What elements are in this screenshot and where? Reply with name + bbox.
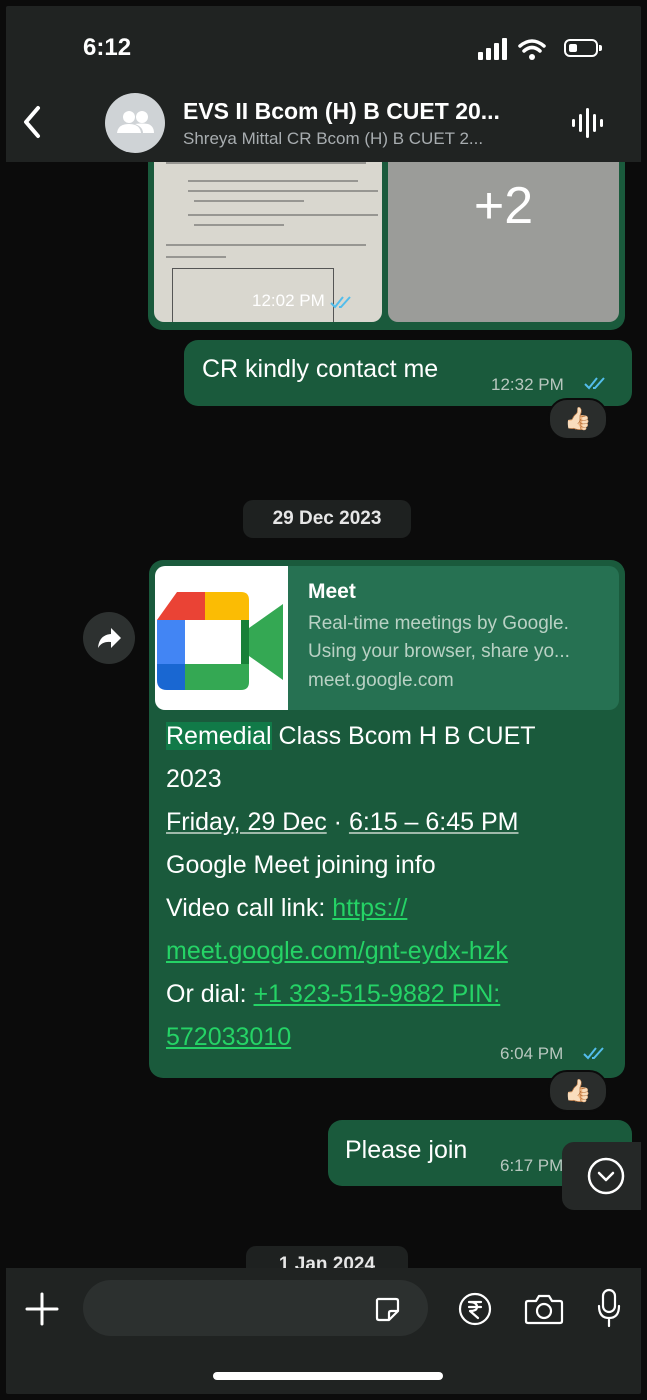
date-separator: 29 Dec 2023: [243, 500, 411, 538]
video-call-link[interactable]: https://: [332, 894, 407, 922]
meet-line-5: Video call link: https://: [166, 894, 408, 922]
outgoing-message[interactable]: CR kindly contact me 12:32 PM: [184, 340, 632, 406]
reaction-emoji: 👍🏻: [564, 1078, 592, 1103]
payment-rupee-icon[interactable]: [458, 1292, 492, 1326]
meet-line-8: 572033010: [166, 1023, 291, 1052]
microphone-icon[interactable]: [596, 1288, 622, 1328]
message-input[interactable]: [83, 1280, 428, 1336]
reaction-badge[interactable]: 👍🏻: [548, 398, 608, 440]
dial-link[interactable]: +1 323-515-9882 PIN:: [254, 980, 501, 1008]
plus-icon[interactable]: [24, 1291, 60, 1327]
read-ticks-icon: [583, 1047, 604, 1060]
reaction-badge[interactable]: 👍🏻: [548, 1070, 608, 1112]
media-message[interactable]: 12:02 PM +2: [148, 162, 625, 330]
forward-button[interactable]: [83, 612, 135, 664]
message-time: 12:32 PM: [491, 375, 564, 394]
link-preview[interactable]: Meet Real-time meetings by Google. Using …: [155, 566, 619, 710]
message-time: 6:17 PM: [500, 1156, 564, 1175]
chat-area[interactable]: 12:02 PM +2 CR kindly contact me 12:32 P…: [6, 162, 641, 1268]
phone-screen: 6:12 EVS II Bcom (H) B CUET 20... Shreya: [6, 6, 641, 1394]
more-photos-thumbnail[interactable]: +2: [388, 162, 619, 322]
meet-line-3[interactable]: Friday, 29 Dec · 6:15 – 6:45 PM: [166, 808, 519, 837]
chevron-down-icon: [587, 1157, 625, 1195]
video-call-link-cont[interactable]: meet.google.com/gnt-eydx-hzk: [166, 937, 508, 965]
dial-pin-link[interactable]: 572033010: [166, 1023, 291, 1051]
home-indicator[interactable]: [213, 1372, 443, 1380]
preview-domain: meet.google.com: [308, 670, 454, 691]
meet-line-6: meet.google.com/gnt-eydx-hzk: [166, 937, 508, 966]
group-avatar[interactable]: [105, 93, 165, 153]
media-time: 12:02 PM: [252, 291, 354, 311]
more-photos-count: +2: [473, 177, 534, 235]
message-text: Please join: [345, 1136, 468, 1164]
google-meet-logo-icon: [157, 592, 283, 690]
status-time: 6:12: [83, 34, 132, 61]
composer-bar: [6, 1268, 641, 1394]
status-bar: 6:12: [6, 6, 641, 86]
meet-line-1: Remedial Class Bcom H B CUET: [166, 722, 536, 750]
meet-line-7: Or dial: +1 323-515-9882 PIN:: [166, 980, 501, 1008]
camera-icon[interactable]: [524, 1292, 564, 1326]
chat-title[interactable]: EVS II Bcom (H) B CUET 20...: [183, 98, 500, 125]
read-ticks-icon: [329, 295, 351, 309]
date-separator: 1 Jan 2024: [246, 1246, 408, 1268]
meet-logo: [155, 566, 288, 710]
meet-message[interactable]: Meet Real-time meetings by Google. Using …: [149, 560, 625, 1078]
event-time[interactable]: 6:15 – 6:45 PM: [349, 808, 519, 836]
voice-chat-icon[interactable]: [570, 106, 604, 140]
message-text: CR kindly contact me: [202, 355, 439, 383]
meet-line-2: 2023: [166, 765, 222, 793]
preview-description: Real-time meetings by Google. Using your …: [308, 613, 570, 662]
event-date[interactable]: Friday, 29 Dec: [166, 808, 327, 836]
signal-wifi-icon: [478, 38, 546, 60]
chat-subtitle[interactable]: Shreya Mittal CR Bcom (H) B CUET 2...: [183, 129, 483, 149]
battery-icon: [564, 39, 602, 57]
preview-title: Meet: [308, 580, 356, 603]
group-icon: [117, 111, 154, 133]
reaction-emoji: 👍🏻: [564, 406, 592, 431]
chat-header: EVS II Bcom (H) B CUET 20... Shreya Mitt…: [6, 86, 641, 162]
sticker-icon[interactable]: [374, 1296, 400, 1322]
scroll-to-bottom-button[interactable]: [562, 1142, 641, 1210]
message-time: 6:04 PM: [500, 1044, 564, 1063]
forward-icon: [98, 628, 121, 648]
back-icon[interactable]: [14, 100, 50, 144]
meet-line-4: Google Meet joining info: [166, 851, 436, 879]
read-ticks-icon: [584, 377, 605, 390]
